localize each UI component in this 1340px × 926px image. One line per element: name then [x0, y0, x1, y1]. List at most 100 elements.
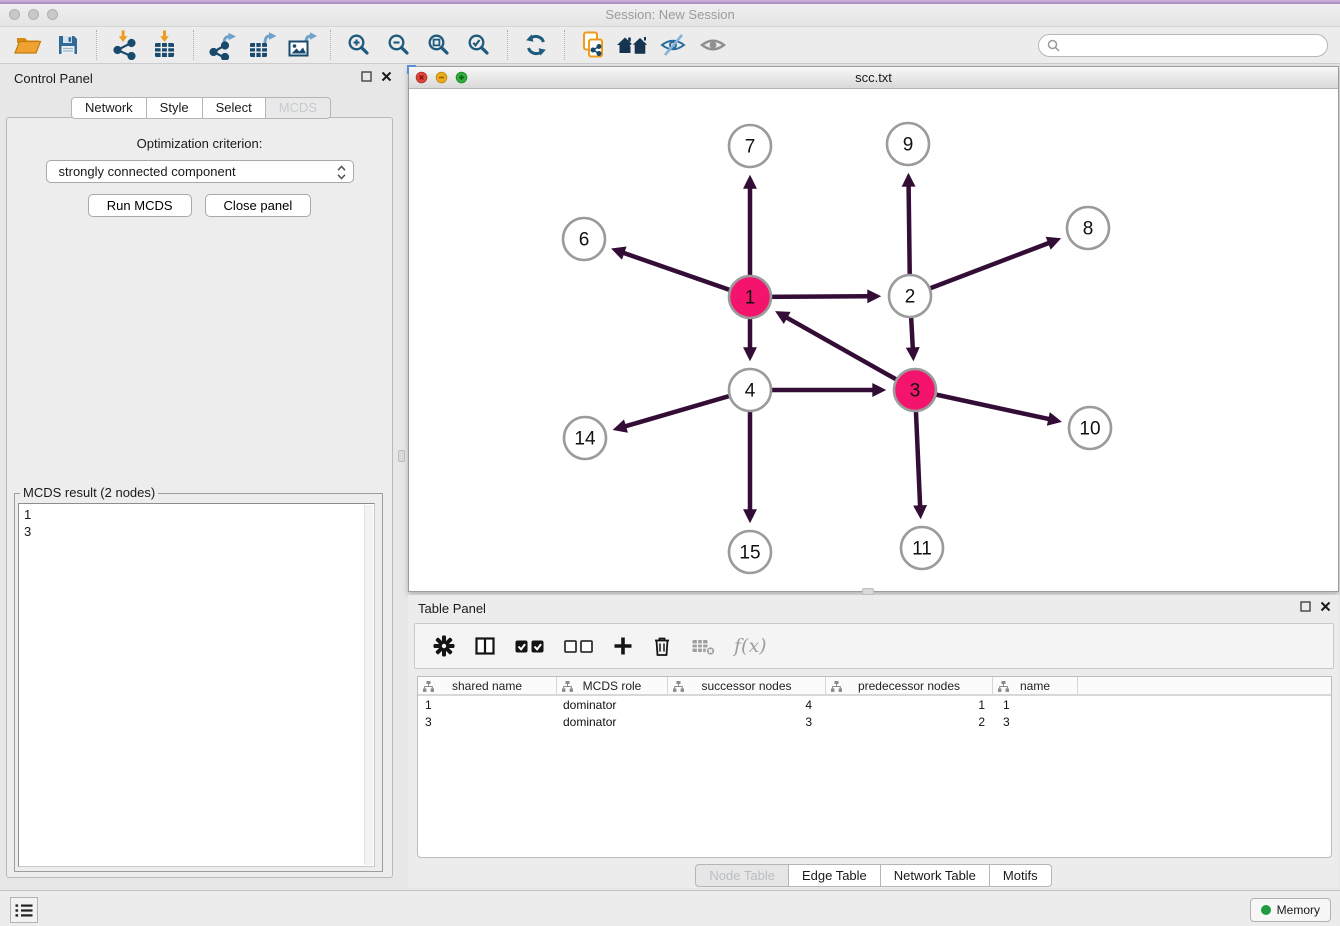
close-panel-icon[interactable]	[381, 71, 392, 82]
deselect-all-icon[interactable]	[564, 638, 594, 655]
application-window: Session: New Session	[0, 0, 1340, 926]
column-header-predecessor-nodes[interactable]: predecessor nodes	[826, 677, 993, 694]
graph-node-label: 10	[1079, 418, 1100, 439]
close-panel-icon[interactable]	[1320, 601, 1331, 612]
network-graph: 7968124314101511	[409, 89, 1338, 592]
show-columns-icon[interactable]	[474, 635, 496, 657]
close-panel-button[interactable]: Close panel	[205, 194, 312, 217]
column-header-mcds-role[interactable]: MCDS role	[557, 677, 668, 694]
eye-icon	[699, 33, 727, 57]
export-network-button[interactable]	[202, 29, 242, 61]
graph-node-label: 8	[1083, 218, 1094, 239]
table-row[interactable]: 3dominator323	[418, 713, 1331, 730]
network-window-titlebar[interactable]: scc.txt	[409, 67, 1338, 89]
export-image-button[interactable]	[282, 29, 322, 61]
network-from-document-button[interactable]	[573, 29, 613, 61]
split-divider-grip[interactable]	[862, 588, 874, 595]
zoom-selected-button[interactable]	[459, 29, 499, 61]
graph-node-label: 14	[574, 428, 596, 449]
tab-network-table[interactable]: Network Table	[881, 864, 990, 887]
column-type-icon	[673, 681, 684, 692]
export-network-icon	[207, 31, 237, 60]
zoom-selected-icon	[466, 32, 492, 58]
table-cell[interactable]: 1	[826, 698, 993, 712]
table-cell[interactable]: 3	[418, 715, 557, 729]
table-row[interactable]: 1dominator411	[418, 696, 1331, 713]
select-stepper-icon	[337, 165, 346, 186]
status-bar: Memory	[0, 890, 1340, 926]
zoom-fit-button[interactable]	[419, 29, 459, 61]
column-header-filler	[1078, 677, 1331, 694]
result-scrollbar[interactable]	[364, 505, 373, 865]
float-panel-icon[interactable]	[1300, 601, 1311, 612]
import-network-button[interactable]	[105, 29, 145, 61]
mcds-result-group: MCDS result (2 nodes) 13	[14, 493, 383, 872]
export-table-icon	[247, 31, 277, 60]
network-from-document-icon	[580, 31, 606, 59]
home-icon	[616, 33, 650, 57]
table-cell[interactable]: 4	[668, 698, 826, 712]
table-cell[interactable]: 1	[993, 698, 1078, 712]
hide-selected-button[interactable]	[653, 29, 693, 61]
save-session-button[interactable]	[48, 29, 88, 61]
graph-node-label: 2	[905, 286, 916, 307]
table-cell[interactable]: dominator	[557, 715, 668, 729]
home-button[interactable]	[613, 29, 653, 61]
column-header-name[interactable]: name	[993, 677, 1078, 694]
add-row-icon[interactable]	[613, 636, 633, 656]
select-all-icon[interactable]	[515, 638, 545, 655]
criterion-select[interactable]: strongly connected component	[46, 160, 354, 183]
zoom-in-button[interactable]	[339, 29, 379, 61]
column-type-icon	[831, 681, 842, 692]
export-table-button[interactable]	[242, 29, 282, 61]
mcds-result-title: MCDS result (2 nodes)	[20, 485, 158, 500]
refresh-button[interactable]	[516, 29, 556, 61]
main-toolbar	[0, 27, 1340, 64]
settings-gear-icon[interactable]	[433, 635, 455, 657]
table-cell[interactable]: 3	[993, 715, 1078, 729]
app-titlebar: Session: New Session	[0, 4, 1340, 27]
column-header-successor-nodes[interactable]: successor nodes	[668, 677, 826, 694]
table-header-row: shared nameMCDS rolesuccessor nodesprede…	[418, 677, 1331, 696]
tab-edge-table[interactable]: Edge Table	[789, 864, 881, 887]
table-cell[interactable]: 1	[418, 698, 557, 712]
column-header-shared-name[interactable]: shared name	[418, 677, 557, 694]
tab-node-table[interactable]: Node Table	[695, 864, 789, 887]
tab-style[interactable]: Style	[147, 97, 203, 119]
control-panel-tabs: NetworkStyleSelectMCDS	[6, 97, 396, 119]
table-cell[interactable]: 2	[826, 715, 993, 729]
search-icon	[1047, 39, 1060, 52]
show-all-button[interactable]	[693, 29, 733, 61]
float-panel-icon[interactable]	[361, 71, 372, 82]
window-title: Session: New Session	[0, 7, 1340, 22]
tab-select[interactable]: Select	[203, 97, 266, 119]
memory-button[interactable]: Memory	[1250, 898, 1331, 922]
zoom-out-button[interactable]	[379, 29, 419, 61]
network-canvas[interactable]: 7968124314101511	[409, 89, 1338, 591]
toolbar-separator	[330, 30, 331, 60]
task-history-button[interactable]	[10, 897, 38, 923]
zoom-out-icon	[386, 32, 412, 58]
mcds-result-text[interactable]: 13	[18, 503, 375, 867]
tab-network[interactable]: Network	[71, 97, 147, 119]
import-table-button[interactable]	[145, 29, 185, 61]
search-box[interactable]	[1038, 34, 1328, 57]
column-type-icon	[998, 681, 1009, 692]
run-mcds-button[interactable]: Run MCDS	[88, 194, 192, 217]
tab-mcds[interactable]: MCDS	[266, 97, 331, 119]
column-type-icon	[423, 681, 434, 692]
result-line: 1	[24, 506, 374, 523]
open-session-button[interactable]	[8, 29, 48, 61]
graph-node-label: 15	[739, 542, 760, 563]
graph-node-label: 9	[903, 134, 914, 155]
split-divider-grip[interactable]	[398, 450, 405, 462]
memory-status-icon	[1261, 905, 1271, 915]
search-input[interactable]	[1060, 38, 1319, 52]
delete-row-icon[interactable]	[652, 635, 672, 657]
optimization-criterion-label: Optimization criterion:	[7, 136, 392, 151]
export-image-icon	[287, 31, 317, 60]
toolbar-separator	[96, 30, 97, 60]
table-cell[interactable]: dominator	[557, 698, 668, 712]
table-cell[interactable]: 3	[668, 715, 826, 729]
tab-motifs[interactable]: Motifs	[990, 864, 1052, 887]
